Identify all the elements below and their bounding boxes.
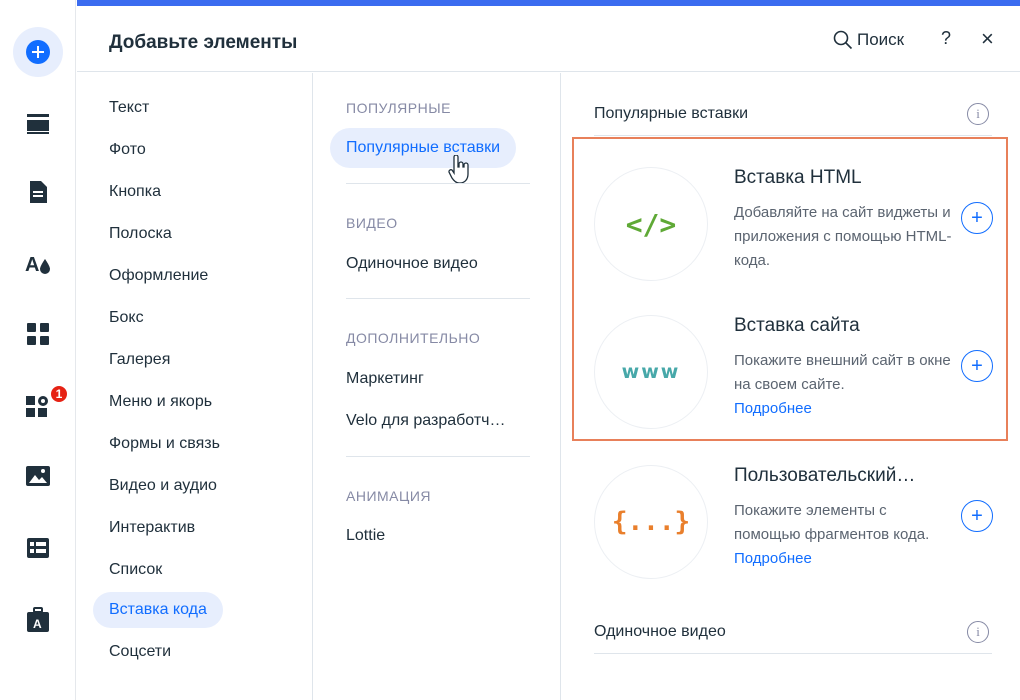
- apps-grid-icon: [27, 323, 49, 345]
- search-button[interactable]: Поиск: [833, 30, 904, 50]
- divider: [346, 456, 530, 457]
- design-rail-button[interactable]: A: [12, 238, 64, 290]
- sections-rail-button[interactable]: [12, 98, 64, 150]
- embed-site-card[interactable]: www Вставка сайта Покажите внешний сайт …: [594, 309, 994, 449]
- portfolio-rail-button[interactable]: A: [12, 594, 64, 646]
- category-social[interactable]: Соцсети: [93, 634, 187, 670]
- subcategory-list: ПОПУЛЯРНЫЕ Популярные вставки ВИДЕО Один…: [314, 73, 561, 700]
- learn-more-link[interactable]: Подробнее: [734, 550, 812, 567]
- divider: [594, 135, 992, 136]
- card-description: Покажите внешний сайт в окне на своем са…: [734, 349, 956, 421]
- subheading-video: ВИДЕО: [346, 215, 398, 231]
- category-button[interactable]: Кнопка: [93, 174, 177, 210]
- card-description: Добавляйте на сайт виджеты и приложения …: [734, 201, 956, 273]
- theme-icon: A: [25, 254, 50, 276]
- help-button[interactable]: ?: [941, 28, 951, 49]
- www-icon: www: [621, 361, 681, 383]
- category-photo[interactable]: Фото: [93, 132, 162, 168]
- category-list-item[interactable]: Список: [93, 552, 178, 588]
- add-html-embed-button[interactable]: +: [961, 202, 993, 234]
- svg-text:A: A: [33, 617, 42, 631]
- section-title-popular: Популярные вставки: [594, 105, 749, 122]
- section-title-video: Одиночное видео: [594, 623, 726, 640]
- subheading-popular: ПОПУЛЯРНЫЕ: [346, 100, 451, 116]
- card-description-text: Добавляйте на сайт виджеты и приложения …: [734, 204, 952, 269]
- subheading-animation: АНИМАЦИЯ: [346, 488, 432, 504]
- info-icon[interactable]: i: [967, 621, 989, 643]
- panel-header: Добавьте элементы Поиск ? ×: [77, 6, 1020, 72]
- card-thumbnail: {...}: [594, 465, 708, 579]
- svg-text:A: A: [25, 254, 39, 276]
- panel-title: Добавьте элементы: [109, 32, 298, 53]
- info-icon[interactable]: i: [967, 103, 989, 125]
- card-title: Пользовательский…: [734, 465, 916, 486]
- card-title: Вставка сайта: [734, 315, 860, 336]
- notification-badge: 1: [49, 384, 69, 404]
- category-interactive[interactable]: Интерактив: [93, 510, 211, 546]
- pages-rail-button[interactable]: [12, 166, 64, 218]
- subitem-velo[interactable]: Velo для разработч…: [330, 401, 522, 441]
- media-icon: [26, 466, 50, 486]
- category-list: Текст Фото Кнопка Полоска Оформление Бок…: [77, 73, 313, 700]
- add-site-embed-button[interactable]: +: [961, 350, 993, 382]
- card-thumbnail: </>: [594, 167, 708, 281]
- search-icon: [833, 30, 853, 50]
- card-description-text: Покажите внешний сайт в окне на своем са…: [734, 352, 951, 393]
- card-description: Покажите элементы с помощью фрагментов к…: [734, 499, 956, 571]
- embed-content-area: Популярные вставки i </> Вставка HTML До…: [562, 73, 1020, 700]
- page-icon: [30, 181, 47, 203]
- category-menu-anchor[interactable]: Меню и якорь: [93, 384, 228, 420]
- portfolio-icon: A: [27, 607, 49, 632]
- add-elements-rail-button[interactable]: [12, 26, 64, 78]
- card-description-text: Покажите элементы с помощью фрагментов к…: [734, 502, 930, 543]
- custom-element-card[interactable]: {...} Пользовательский… Покажите элемент…: [594, 459, 994, 599]
- add-custom-element-button[interactable]: +: [961, 500, 993, 532]
- media-rail-button[interactable]: [12, 450, 64, 502]
- category-embed-code[interactable]: Вставка кода: [93, 592, 223, 628]
- code-icon: </>: [625, 207, 677, 241]
- category-decor[interactable]: Оформление: [93, 258, 224, 294]
- category-video-audio[interactable]: Видео и аудио: [93, 468, 233, 504]
- card-title: Вставка HTML: [734, 167, 862, 188]
- divider: [594, 653, 992, 654]
- hand-cursor-icon: [448, 155, 469, 184]
- category-forms[interactable]: Формы и связь: [93, 426, 236, 462]
- subitem-popular-embeds[interactable]: Популярные вставки: [330, 128, 517, 168]
- braces-icon: {...}: [611, 507, 691, 537]
- left-tool-rail: A 1 A: [0, 0, 76, 700]
- card-thumbnail: www: [594, 315, 708, 429]
- add-icon: [13, 27, 63, 77]
- subitem-single-video[interactable]: Одиночное видео: [330, 244, 494, 284]
- close-button[interactable]: ×: [981, 26, 994, 52]
- embed-html-card[interactable]: </> Вставка HTML Добавляйте на сайт видж…: [594, 161, 994, 301]
- subheading-extra: ДОПОЛНИТЕЛЬНО: [346, 330, 481, 346]
- extensions-icon: [26, 396, 48, 417]
- learn-more-link[interactable]: Подробнее: [734, 400, 812, 417]
- strip-icon: [27, 114, 49, 134]
- subitem-lottie[interactable]: Lottie: [330, 516, 401, 556]
- subitem-marketing[interactable]: Маркетинг: [330, 359, 440, 399]
- category-text[interactable]: Текст: [93, 90, 165, 126]
- business-apps-rail-button[interactable]: 1: [12, 380, 69, 432]
- category-box[interactable]: Бокс: [93, 300, 160, 336]
- apps-rail-button[interactable]: [12, 308, 64, 360]
- category-strip[interactable]: Полоска: [93, 216, 188, 252]
- divider: [346, 183, 530, 184]
- add-elements-panel: Добавьте элементы Поиск ? × Текст Фото К…: [77, 0, 1020, 700]
- cms-icon: [27, 538, 49, 558]
- search-label: Поиск: [857, 30, 905, 49]
- category-gallery[interactable]: Галерея: [93, 342, 186, 378]
- divider: [346, 298, 530, 299]
- cms-rail-button[interactable]: [12, 522, 64, 574]
